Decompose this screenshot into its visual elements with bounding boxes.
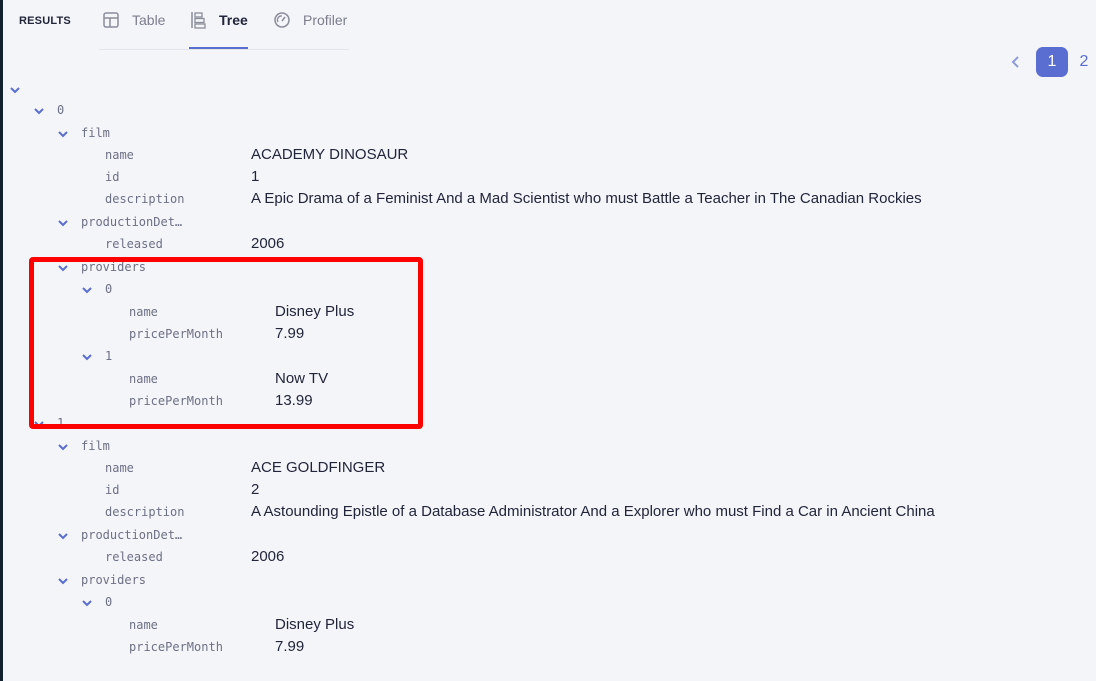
tree-key: providers	[81, 259, 147, 274]
field-row: pricePerMonth	[105, 390, 223, 412]
chevron-down-icon[interactable]	[81, 350, 93, 362]
document-node[interactable]: 0	[33, 99, 64, 121]
tab-profiler[interactable]: Profiler	[273, 0, 347, 45]
chevron-down-icon[interactable]	[81, 283, 93, 295]
production-node[interactable]: productionDet…	[57, 524, 182, 546]
gauge-icon	[273, 11, 291, 29]
tree-key: name	[105, 461, 134, 475]
tree-key: released	[105, 237, 163, 251]
tree-key: name	[129, 371, 158, 386]
chevron-down-icon[interactable]	[57, 216, 69, 228]
chevron-down-icon[interactable]	[57, 261, 69, 273]
tree-key: 0	[105, 595, 113, 609]
tab-table-label: Table	[132, 12, 166, 28]
tree-key: providers	[81, 572, 147, 587]
chevron-down-icon[interactable]	[33, 417, 45, 429]
field-row: pricePerMonth	[105, 636, 223, 658]
production-node[interactable]: productionDet…	[57, 211, 182, 233]
tree-value: 1	[251, 168, 260, 185]
tree-key: pricePerMonth	[129, 639, 223, 654]
tree-key: description	[105, 505, 185, 519]
tab-tree-label: Tree	[219, 12, 248, 28]
tree-value: 2006	[251, 548, 285, 565]
field-row: released	[81, 546, 163, 568]
page-button-2[interactable]: 2	[1072, 47, 1096, 77]
field-row: name	[81, 457, 134, 479]
tree-value: Disney Plus	[275, 615, 355, 633]
tree-value: 2006	[251, 235, 285, 252]
results-header: RESULTS Table Tree Profiler	[0, 0, 1096, 50]
tree-key: name	[105, 148, 134, 162]
page-button-1[interactable]: 1	[1036, 47, 1068, 77]
table-icon	[102, 11, 120, 29]
tree-key: name	[129, 617, 158, 632]
tree-key: id	[105, 170, 120, 184]
document-node[interactable]: 1	[33, 412, 64, 434]
tree-key: 1	[57, 416, 65, 430]
provider-node[interactable]: 0	[81, 278, 112, 300]
field-row: description	[81, 188, 184, 210]
tree-icon	[189, 11, 207, 29]
tree-value: A Epic Drama of a Feminist And a Mad Sci…	[251, 190, 922, 207]
chevron-down-icon[interactable]	[81, 596, 93, 608]
field-row: id	[81, 479, 119, 501]
providers-node[interactable]: providers	[57, 569, 146, 591]
tree-value: Now TV	[275, 369, 329, 387]
results-label: RESULTS	[19, 15, 71, 27]
field-row: pricePerMonth	[105, 323, 223, 345]
tree-key: productionDet…	[81, 527, 183, 542]
tree-key: 0	[57, 103, 65, 117]
tree-key: productionDet…	[81, 214, 183, 229]
tree-key: pricePerMonth	[129, 393, 223, 408]
providers-node[interactable]: providers	[57, 256, 146, 278]
tree-key: id	[105, 483, 120, 497]
field-row: released	[81, 233, 163, 255]
previous-page-button[interactable]	[1005, 47, 1027, 77]
film-node[interactable]: film	[57, 435, 110, 457]
chevron-down-icon[interactable]	[57, 529, 69, 541]
provider-node[interactable]: 0	[81, 591, 112, 613]
tree-key: 0	[105, 282, 113, 296]
tree-value: 7.99	[275, 324, 305, 342]
view-tabs: Table Tree Profiler	[99, 0, 349, 50]
tree-value: ACADEMY DINOSAUR	[251, 146, 409, 163]
film-node[interactable]: film	[57, 122, 110, 144]
tree-value: 13.99	[275, 391, 313, 409]
chevron-down-icon[interactable]	[57, 127, 69, 139]
field-row: name	[81, 144, 134, 166]
sidebar-edge	[0, 0, 3, 681]
tab-table[interactable]: Table	[102, 0, 165, 45]
tree-value: 2	[251, 481, 260, 498]
tree-key: film	[81, 438, 110, 453]
chevron-down-icon[interactable]	[57, 574, 69, 586]
provider-node[interactable]: 1	[81, 345, 112, 367]
tree-value: ACE GOLDFINGER	[251, 459, 386, 476]
tree-key: film	[81, 125, 110, 140]
field-row: description	[81, 501, 184, 523]
tree-key: description	[105, 192, 185, 206]
tree-key: pricePerMonth	[129, 326, 223, 341]
tree-value: Disney Plus	[275, 302, 355, 320]
field-row: name	[105, 368, 158, 390]
tree-key: name	[129, 304, 158, 319]
tree-root-toggle[interactable]	[9, 78, 33, 100]
tree-key: 1	[105, 349, 113, 363]
chevron-down-icon[interactable]	[57, 440, 69, 452]
tab-tree[interactable]: Tree	[189, 0, 248, 49]
chevron-left-icon	[1011, 56, 1019, 68]
field-row: name	[105, 301, 158, 323]
chevron-down-icon[interactable]	[33, 104, 45, 116]
tab-profiler-label: Profiler	[303, 12, 348, 28]
field-row: id	[81, 166, 119, 188]
tree-value: A Astounding Epistle of a Database Admin…	[251, 503, 935, 520]
field-row: name	[105, 614, 158, 636]
pagination: 1 2	[1005, 47, 1096, 77]
chevron-down-icon[interactable]	[9, 83, 21, 95]
tree-value: 7.99	[275, 637, 305, 655]
tree-key: released	[105, 550, 163, 564]
